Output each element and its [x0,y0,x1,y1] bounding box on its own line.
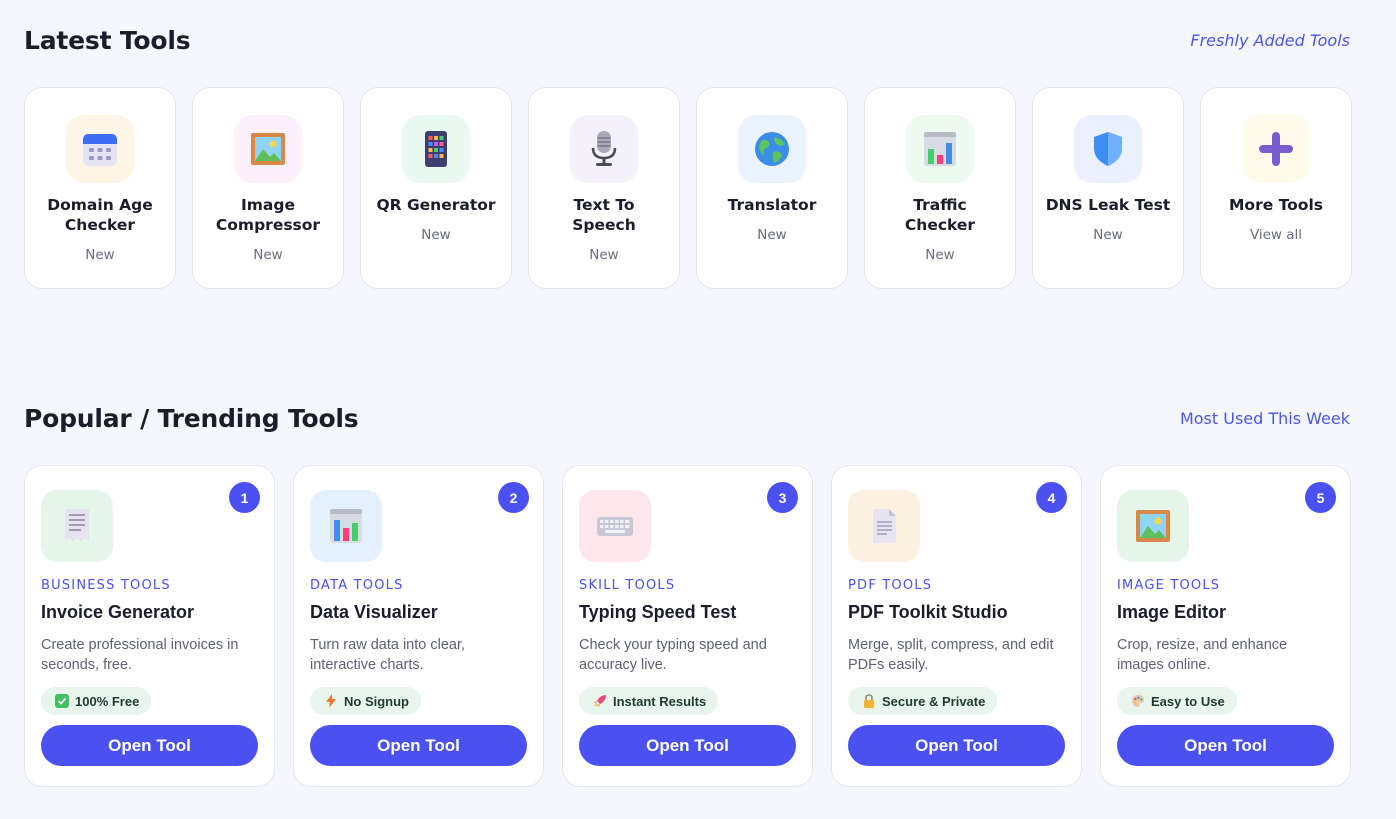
framed-picture-icon [1117,490,1189,562]
rank-badge: 2 [498,482,529,513]
latest-card-translator[interactable]: Translator New [696,87,848,289]
open-tool-button[interactable]: Open Tool [848,725,1065,766]
tool-description: Crop, resize, and enhance images online. [1117,637,1288,673]
tool-category: IMAGE TOOLS [1117,578,1221,593]
palette-icon [1131,694,1145,708]
latest-card-text-to-speech[interactable]: Text To Speech New [528,87,680,289]
tool-name: QR Generator [376,196,496,214]
freshly-added-tools-link[interactable]: Freshly Added Tools [1190,31,1350,50]
tool-status: New [1093,227,1123,243]
lightning-icon [324,694,338,708]
feature-tag: Secure & Private [848,687,998,715]
tool-category: BUSINESS TOOLS [41,578,171,593]
popular-card-data-visualizer: 2 DATA TOOLS Data Visualizer Turn raw da… [293,465,544,787]
tool-status: New [589,247,619,263]
latest-card-image-compressor[interactable]: Image Compressor New [192,87,344,289]
latest-card-more-tools[interactable]: More Tools View all [1200,87,1352,289]
feature-tag: Instant Results [579,687,719,715]
tool-name: Traffic Checker [904,196,976,234]
popular-card-invoice-generator: 1 BUSINESS TOOLS Invoice Generator Creat… [24,465,275,787]
open-tool-button[interactable]: Open Tool [1117,725,1334,766]
feature-tag: 100% Free [41,687,152,715]
tool-category: DATA TOOLS [310,578,404,593]
tool-description: Create professional invoices in seconds,… [41,637,239,673]
tool-status: New [757,227,787,243]
popular-tools-row: 1 BUSINESS TOOLS Invoice Generator Creat… [24,465,1351,787]
globe-icon [738,115,806,183]
popular-tools-header: Popular / Trending Tools Most Used This … [24,404,1350,433]
tool-name: Typing Speed Test [579,602,737,622]
calendar-icon [66,115,134,183]
tool-description: Check your typing speed and accuracy liv… [579,637,767,673]
microphone-icon [570,115,638,183]
rocket-icon [593,694,607,708]
view-all-link[interactable]: View all [1250,227,1302,243]
feature-tag-label: Secure & Private [882,693,986,709]
tool-category: PDF TOOLS [848,578,933,593]
latest-card-domain-age-checker[interactable]: Domain Age Checker New [24,87,176,289]
latest-tools-row: Domain Age Checker New Image Compressor … [24,87,1352,289]
rank-badge: 1 [229,482,260,513]
receipt-icon [41,490,113,562]
check-mark-icon [55,694,69,708]
popular-tools-title: Popular / Trending Tools [24,404,359,433]
popular-card-image-editor: 5 IMAGE TOOLS Image Editor Crop, resize,… [1100,465,1351,787]
latest-tools-header: Latest Tools Freshly Added Tools [24,26,1350,55]
most-used-this-week-link[interactable]: Most Used This Week [1180,409,1350,428]
popular-card-typing-speed-test: 3 SKILL TOOLS Typing Speed Test Check yo… [562,465,813,787]
tool-name: More Tools [1229,196,1323,214]
framed-picture-icon [234,115,302,183]
open-tool-button[interactable]: Open Tool [579,725,796,766]
tool-status: New [421,227,451,243]
tool-name: PDF Toolkit Studio [848,602,1008,622]
lock-icon [862,694,876,708]
feature-tag-label: No Signup [344,693,409,709]
tool-category: SKILL TOOLS [579,578,676,593]
latest-tools-title: Latest Tools [24,26,191,55]
rank-badge: 4 [1036,482,1067,513]
tool-name: Domain Age Checker [47,196,153,234]
tool-name: Image Compressor [215,196,321,234]
bar-chart-icon [906,115,974,183]
tool-status: New [925,247,955,263]
feature-tag: No Signup [310,687,421,715]
bar-chart-icon [310,490,382,562]
rank-badge: 3 [767,482,798,513]
popular-card-pdf-toolkit-studio: 4 PDF TOOLS PDF Toolkit Studio Merge, sp… [831,465,1082,787]
tool-description: Merge, split, compress, and edit PDFs ea… [848,637,1054,673]
tool-name: Image Editor [1117,602,1227,622]
latest-card-qr-generator[interactable]: QR Generator New [360,87,512,289]
feature-tag-label: 100% Free [75,693,140,709]
tool-name: Data Visualizer [310,602,438,622]
latest-card-dns-leak-test[interactable]: DNS Leak Test New [1032,87,1184,289]
tool-name: DNS Leak Test [1045,196,1171,214]
shield-icon [1074,115,1142,183]
feature-tag-label: Easy to Use [1151,693,1225,709]
tool-name: Text To Speech [572,196,636,234]
open-tool-button[interactable]: Open Tool [310,725,527,766]
latest-card-traffic-checker[interactable]: Traffic Checker New [864,87,1016,289]
tool-status: New [253,247,283,263]
keyboard-icon [579,490,651,562]
document-icon [848,490,920,562]
tool-name: Invoice Generator [41,602,195,622]
plus-icon [1242,115,1310,183]
rank-badge: 5 [1305,482,1336,513]
tool-name: Translator [727,196,817,214]
open-tool-button[interactable]: Open Tool [41,725,258,766]
tool-description: Turn raw data into clear, interactive ch… [310,637,466,673]
keypad-icon [402,115,470,183]
feature-tag: Easy to Use [1117,687,1237,715]
tool-status: New [85,247,115,263]
feature-tag-label: Instant Results [613,693,707,709]
